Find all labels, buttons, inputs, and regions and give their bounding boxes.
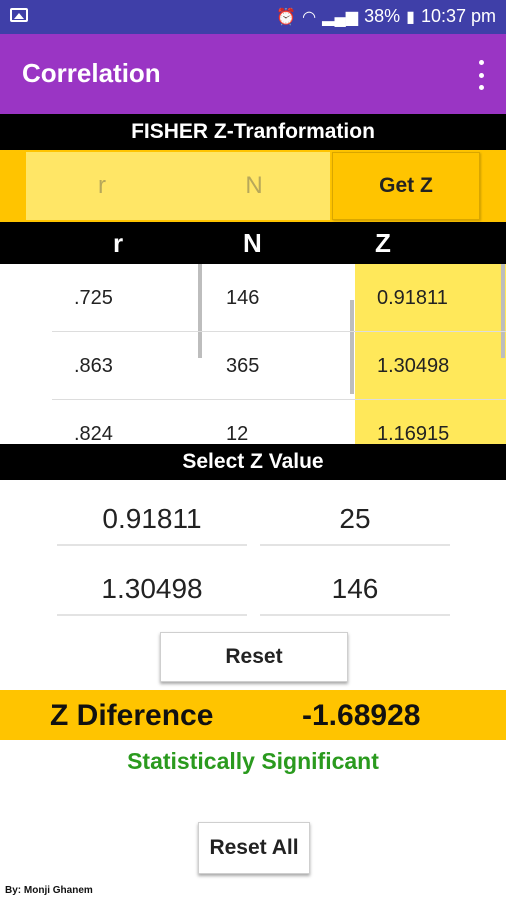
cell-n: 365 bbox=[226, 355, 260, 377]
get-z-button[interactable]: Get Z bbox=[332, 152, 480, 220]
selected-n-2[interactable]: 146 bbox=[260, 558, 450, 616]
fisher-header: FISHER Z-Tranformation bbox=[0, 114, 506, 150]
reset-all-button[interactable]: Reset All bbox=[198, 822, 310, 874]
table-header: r N Z bbox=[0, 222, 506, 264]
alarm-icon: ⏰ bbox=[276, 8, 297, 26]
cell-r: .863 bbox=[74, 355, 113, 377]
table-row[interactable]: .824 12 1.16915 bbox=[0, 400, 506, 444]
cell-r: .824 bbox=[74, 423, 113, 444]
wifi-icon: ◠ bbox=[302, 8, 317, 26]
significance-text: Statistically Significant bbox=[127, 748, 379, 774]
reset-button[interactable]: Reset bbox=[160, 632, 348, 682]
results-table[interactable]: .725 146 0.91811 .863 365 1.30498 .824 1… bbox=[0, 264, 506, 444]
cell-n: 12 bbox=[226, 423, 249, 444]
table-row[interactable]: .725 146 0.91811 bbox=[0, 264, 506, 332]
selected-n-1[interactable]: 25 bbox=[260, 488, 450, 546]
app-bar: Correlation bbox=[0, 34, 506, 114]
battery-icon: ▮ bbox=[406, 8, 415, 26]
cell-n: 146 bbox=[226, 287, 260, 309]
status-bar: ⏰ ◠ ▂▄▆ 38% ▮ 10:37 pm bbox=[0, 0, 506, 34]
battery-percent: 38% bbox=[364, 6, 401, 26]
r-input[interactable]: r bbox=[26, 152, 178, 220]
cell-z: 0.91811 bbox=[377, 287, 448, 309]
z-difference-bar: Z Diference -1.68928 bbox=[0, 690, 506, 740]
select-z-header: Select Z Value bbox=[0, 444, 506, 480]
n-input[interactable]: N bbox=[178, 152, 330, 220]
image-icon bbox=[10, 8, 28, 22]
header-n: N bbox=[243, 228, 262, 258]
input-row: r N Get Z bbox=[0, 150, 506, 222]
cell-z: 1.16915 bbox=[377, 423, 450, 444]
clock: 10:37 pm bbox=[420, 6, 496, 26]
selected-z-2[interactable]: 1.30498 bbox=[57, 558, 247, 616]
author-credit: By: Monji Ghanem bbox=[5, 885, 93, 896]
cell-z: 1.30498 bbox=[377, 355, 450, 377]
overflow-menu-icon[interactable] bbox=[476, 60, 486, 90]
cell-r: .725 bbox=[74, 287, 113, 309]
header-r: r bbox=[113, 228, 124, 258]
app-title: Correlation bbox=[22, 58, 161, 88]
selected-z-1[interactable]: 0.91811 bbox=[57, 488, 247, 546]
z-difference-value: -1.68928 bbox=[302, 699, 421, 732]
table-row[interactable]: .863 365 1.30498 bbox=[0, 332, 506, 400]
z-difference-label: Z Diference bbox=[50, 699, 214, 732]
signal-icon: ▂▄▆ bbox=[322, 8, 359, 26]
header-z: Z bbox=[375, 228, 391, 258]
